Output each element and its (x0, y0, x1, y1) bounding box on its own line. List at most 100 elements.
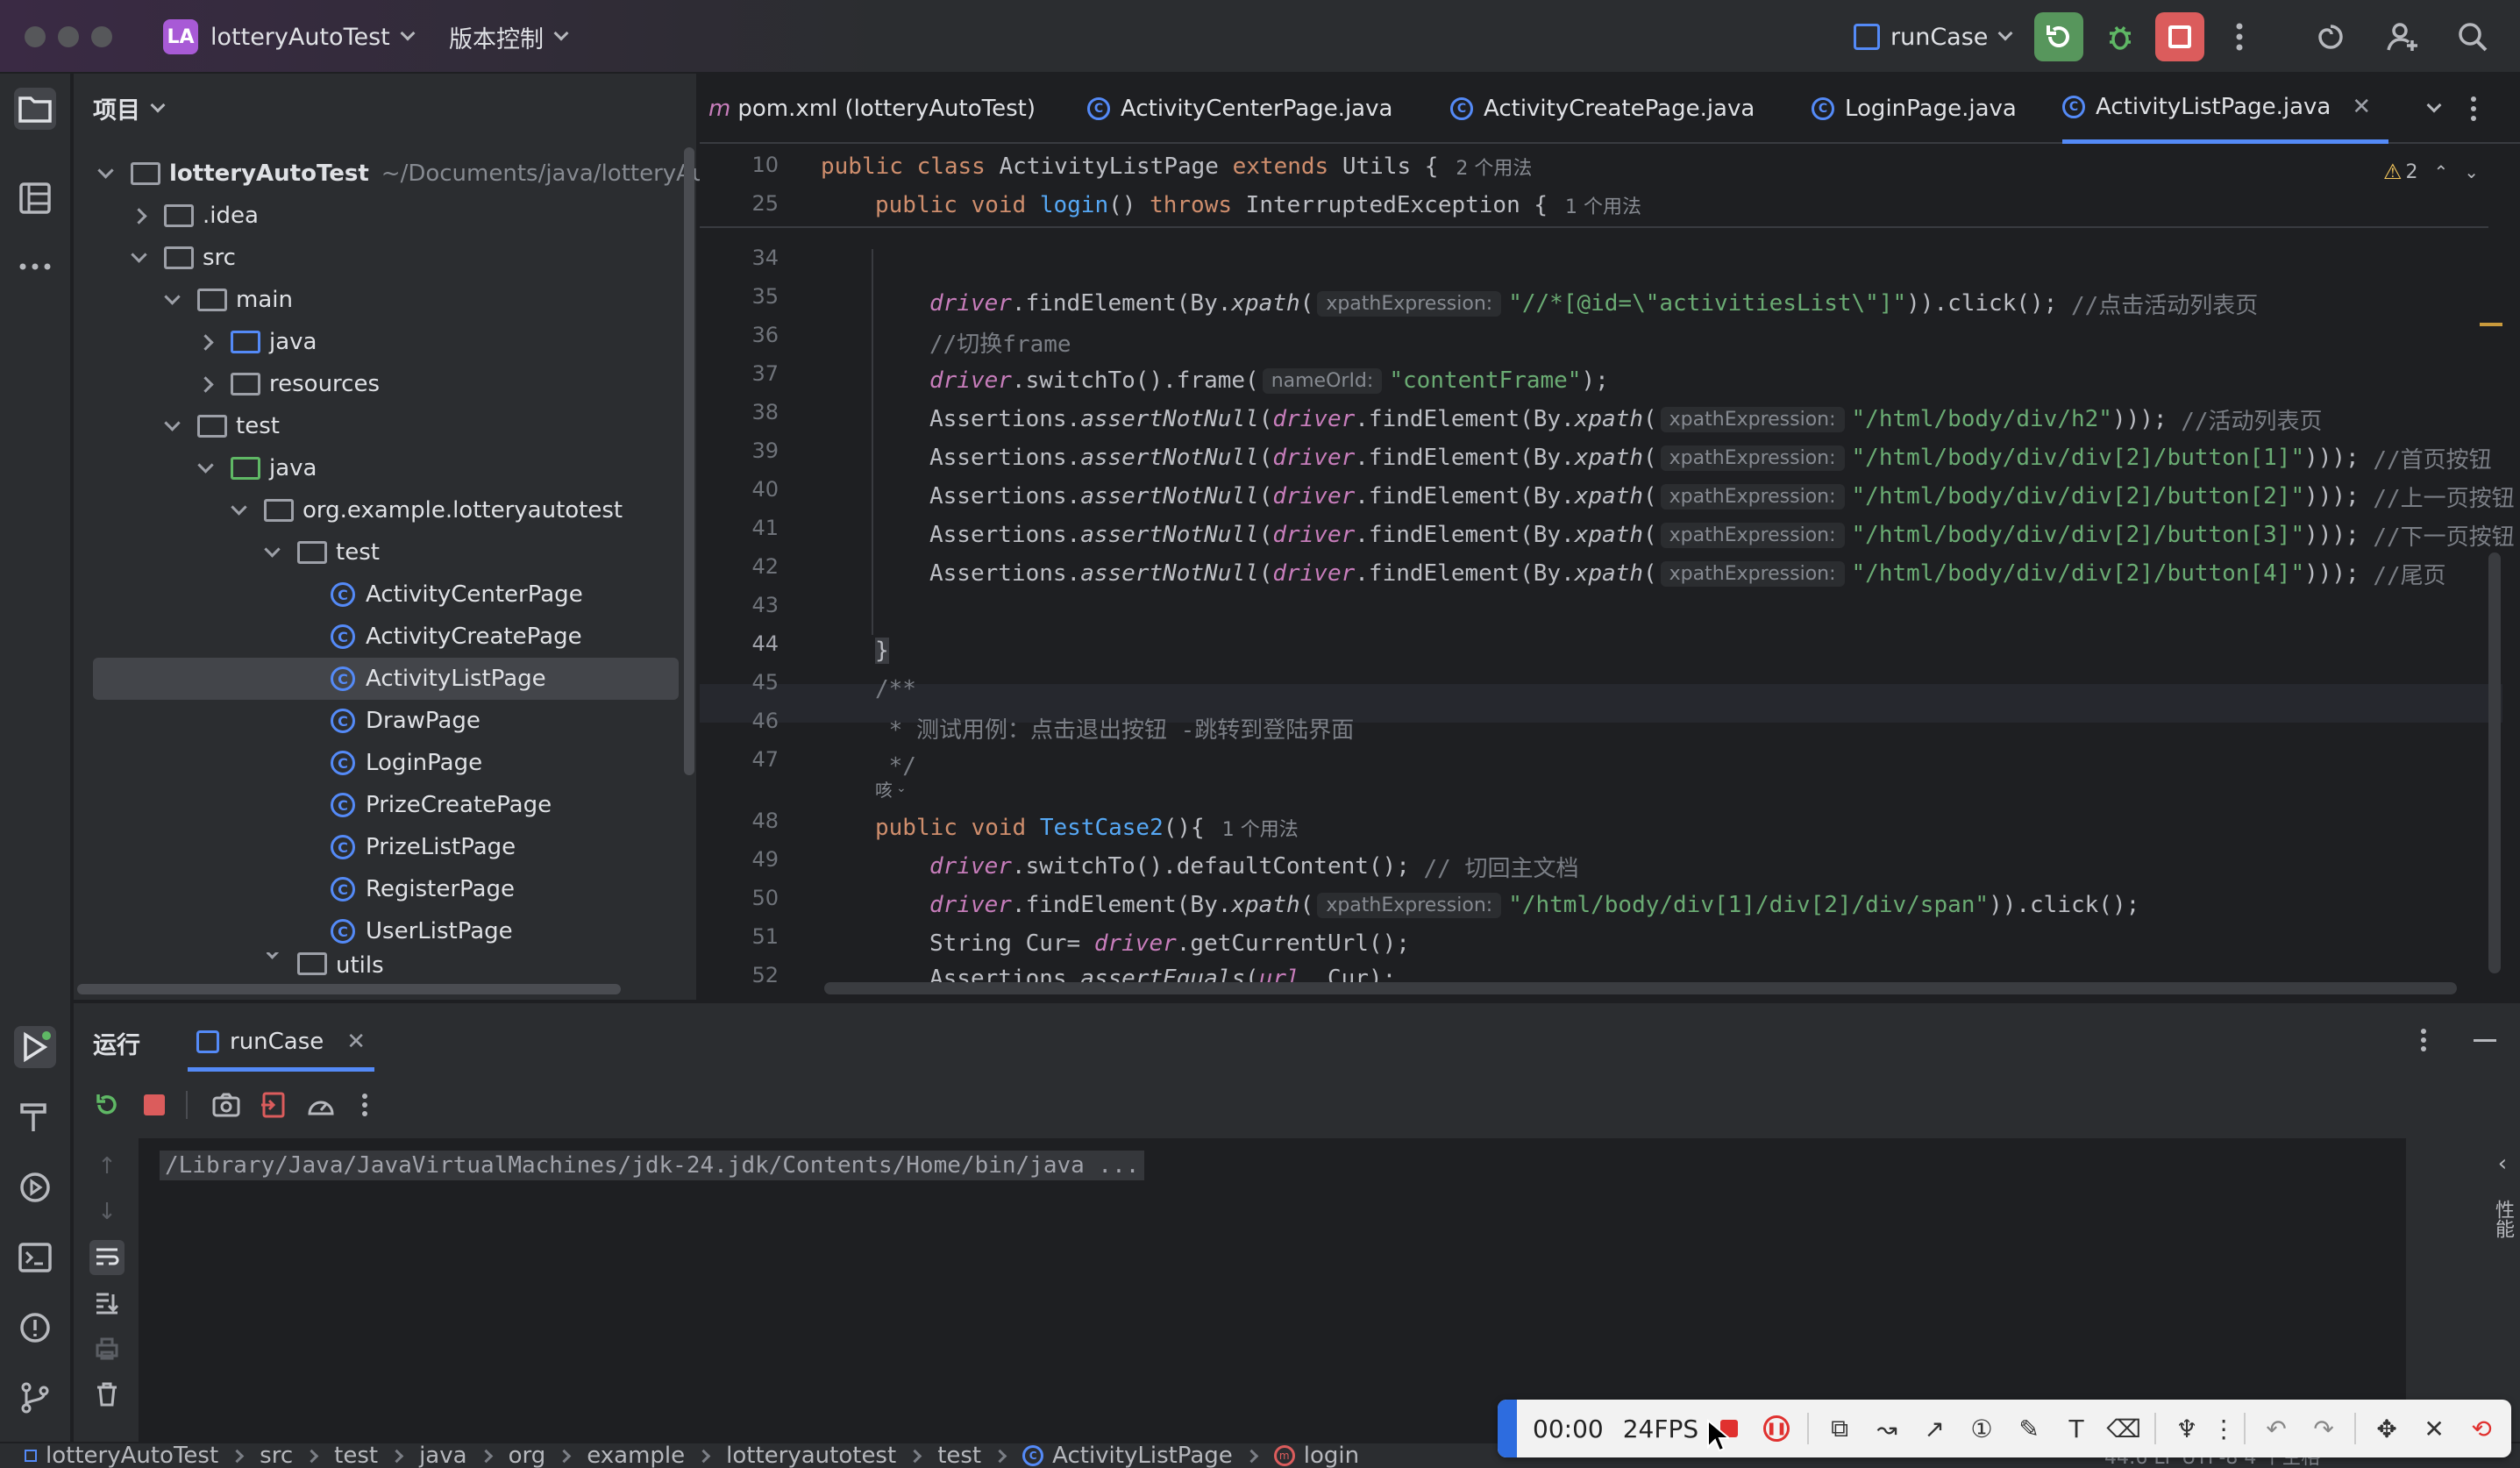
thread-dump-button[interactable] (209, 1087, 244, 1122)
tree-item-folder[interactable]: main (164, 279, 293, 321)
tree-item-class[interactable]: C ActivityCenterPage (300, 574, 583, 616)
project-switcher[interactable]: LA lotteryAutoTest (163, 0, 416, 74)
clear-all-button[interactable] (89, 1377, 125, 1412)
tree-item-class[interactable]: C LoginPage (300, 742, 482, 784)
shape-tool-button[interactable]: ⧉ (1816, 1405, 1863, 1452)
code-line[interactable]: //切换frame (929, 323, 1071, 361)
project-panel-header[interactable]: 项目 (93, 91, 166, 125)
breadcrumb-item[interactable]: lotteryAutoTest (25, 1443, 218, 1468)
close-tab-icon[interactable]: ✕ (2352, 94, 2371, 120)
performance-tab[interactable]: 性能 (2488, 1200, 2516, 1238)
breadcrumb-item[interactable]: m login (1273, 1443, 1359, 1468)
search-everywhere-button[interactable] (2448, 12, 2497, 61)
run-tab-runcase[interactable]: runCase ✕ (188, 1015, 375, 1072)
redo-button[interactable]: ↷ (2300, 1405, 2347, 1452)
run-toolbar-more-button[interactable] (347, 1087, 382, 1122)
tree-item-folder[interactable]: src (131, 237, 236, 279)
inspection-widget[interactable]: ⚠ 2 ⌃ ⌄ (2383, 154, 2480, 189)
exit-button[interactable] (256, 1087, 291, 1122)
tree-item-class[interactable]: C PrizeListPage (300, 826, 516, 868)
rerun-button[interactable] (89, 1087, 125, 1122)
run-config-selector[interactable]: runCase (1854, 0, 2013, 74)
code-line[interactable]: public void TestCase2(){1 个用法 (875, 809, 1299, 847)
more-tools-button[interactable] (14, 246, 56, 288)
code-line[interactable]: driver .findElement(By. xpath(xpathExpress… (929, 284, 2258, 323)
zoom-window-button[interactable] (91, 26, 112, 47)
spotlight-tool-button[interactable]: ♆ (2163, 1405, 2210, 1452)
close-window-button[interactable] (25, 26, 46, 47)
minimize-window-button[interactable] (58, 26, 79, 47)
code-line[interactable]: Assertions. assertNotNull(driver .findElem… (929, 438, 2492, 477)
tree-item-class[interactable]: C ActivityListPage (300, 658, 546, 700)
editor-vertical-scrollbar[interactable] (2488, 552, 2501, 973)
run-panel-more-button[interactable] (2406, 1023, 2441, 1058)
services-tool-button[interactable] (14, 1166, 56, 1208)
project-vertical-scrollbar[interactable] (684, 147, 694, 775)
code-line[interactable]: /** (875, 670, 916, 709)
eraser-tool-button[interactable]: ⌫ (2100, 1405, 2147, 1452)
stop-button[interactable] (2155, 12, 2204, 61)
tree-item-class[interactable]: C UserListPage (300, 910, 513, 952)
breadcrumb-item[interactable]: test (937, 1443, 981, 1468)
tree-item-folder[interactable]: test (164, 405, 280, 447)
vcs-menu[interactable]: 版本控制 (449, 0, 569, 74)
tree-item-folder[interactable]: test (264, 531, 380, 574)
scroll-down-button[interactable]: ↓ (89, 1194, 125, 1229)
editor-horizontal-scrollbar[interactable] (824, 982, 2457, 994)
collapse-left-icon[interactable]: ‹ (2485, 1151, 2520, 1177)
soft-wrap-button[interactable] (89, 1240, 125, 1275)
console-output[interactable]: /Library/Java/JavaVirtualMachines/jdk-24… (139, 1138, 2418, 1442)
stop-button[interactable] (137, 1087, 172, 1122)
terminal-tool-button[interactable] (14, 1236, 56, 1279)
pen-tool-button[interactable]: ✎ (2005, 1405, 2053, 1452)
structure-tool-button[interactable] (14, 177, 56, 219)
debug-button[interactable] (2096, 12, 2145, 61)
code-line[interactable]: Assertions. assertNotNull(driver .findElem… (929, 516, 2515, 554)
tree-item-class[interactable]: C RegisterPage (300, 868, 515, 910)
tree-item-folder[interactable]: org.example.lotteryautotest (231, 489, 623, 531)
account-button[interactable] (2378, 12, 2427, 61)
project-tool-button[interactable] (14, 88, 56, 130)
code-line[interactable]: * 测试用例：点击退出按钮 -跳转到登陆界面 (875, 709, 1355, 747)
arrow-tool-button[interactable]: ↗ (1911, 1405, 1958, 1452)
breadcrumb-item[interactable]: lotteryautotest (726, 1443, 896, 1468)
breadcrumb-item[interactable]: test (334, 1443, 378, 1468)
editor-more-button[interactable] (2469, 74, 2478, 144)
text-tool-button[interactable]: T (2053, 1405, 2100, 1452)
tree-item-class[interactable]: C ActivityCreatePage (300, 616, 582, 658)
breadcrumb-item[interactable]: example (587, 1443, 685, 1468)
warning-stripe[interactable] (2480, 323, 2502, 326)
next-highlight-icon[interactable]: ⌄ (2464, 161, 2479, 182)
minimize-panel-button[interactable] (2467, 1023, 2502, 1058)
code-line[interactable]: public void login() throws InterruptedEx… (875, 186, 1641, 224)
pause-recording-button[interactable]: ❚❚ (1753, 1405, 1800, 1452)
console-scrollbar[interactable] (2406, 1138, 2418, 1442)
code-line[interactable]: String Cur= driver .getCurrentUrl(); (929, 924, 1410, 963)
tab-activity-list-page[interactable]: C ActivityListPage.java ✕ (2062, 74, 2389, 144)
tree-item-folder[interactable]: java (197, 447, 317, 489)
tab-activity-create-page[interactable]: C ActivityCreatePage.java (1450, 74, 1755, 144)
breadcrumb-item[interactable]: C ActivityListPage (1022, 1443, 1233, 1468)
code-line[interactable]: driver .switchTo().frame(nameOrId: "conten… (929, 361, 1609, 400)
undo-button[interactable]: ↶ (2253, 1405, 2300, 1452)
close-recorder-button[interactable]: ✕ (2410, 1405, 2458, 1452)
tree-item-folder[interactable]: resources (197, 363, 380, 405)
build-tool-button[interactable] (14, 1096, 56, 1138)
move-toolbar-button[interactable]: ✥ (2363, 1405, 2410, 1452)
tree-item-folder[interactable]: .idea (131, 195, 259, 237)
close-tab-icon[interactable]: ✕ (346, 1029, 366, 1055)
breadcrumb-item[interactable]: java (419, 1443, 466, 1468)
tree-root[interactable]: lotteryAutoTest ~/Documents/java/lottery… (97, 153, 753, 195)
breadcrumb-item[interactable]: src (260, 1443, 293, 1468)
code-line[interactable]: public class ActivityListPage extends Ut… (821, 147, 1532, 186)
rerun-button[interactable] (2034, 12, 2083, 61)
code-line[interactable]: driver .findElement(By. xpath(xpathExpress… (929, 886, 2139, 924)
ai-assistant-button[interactable] (2306, 12, 2355, 61)
print-button[interactable] (89, 1331, 125, 1366)
usage-hint[interactable]: 2 个用法 (1456, 153, 1532, 181)
previous-highlight-icon[interactable]: ⌃ (2434, 161, 2449, 182)
tab-login-page[interactable]: C LoginPage.java (1812, 74, 2017, 144)
code-line[interactable]: Assertions. assertNotNull(driver .findElem… (929, 400, 2323, 438)
scroll-to-end-button[interactable] (89, 1286, 125, 1321)
profiler-button[interactable] (303, 1087, 338, 1122)
